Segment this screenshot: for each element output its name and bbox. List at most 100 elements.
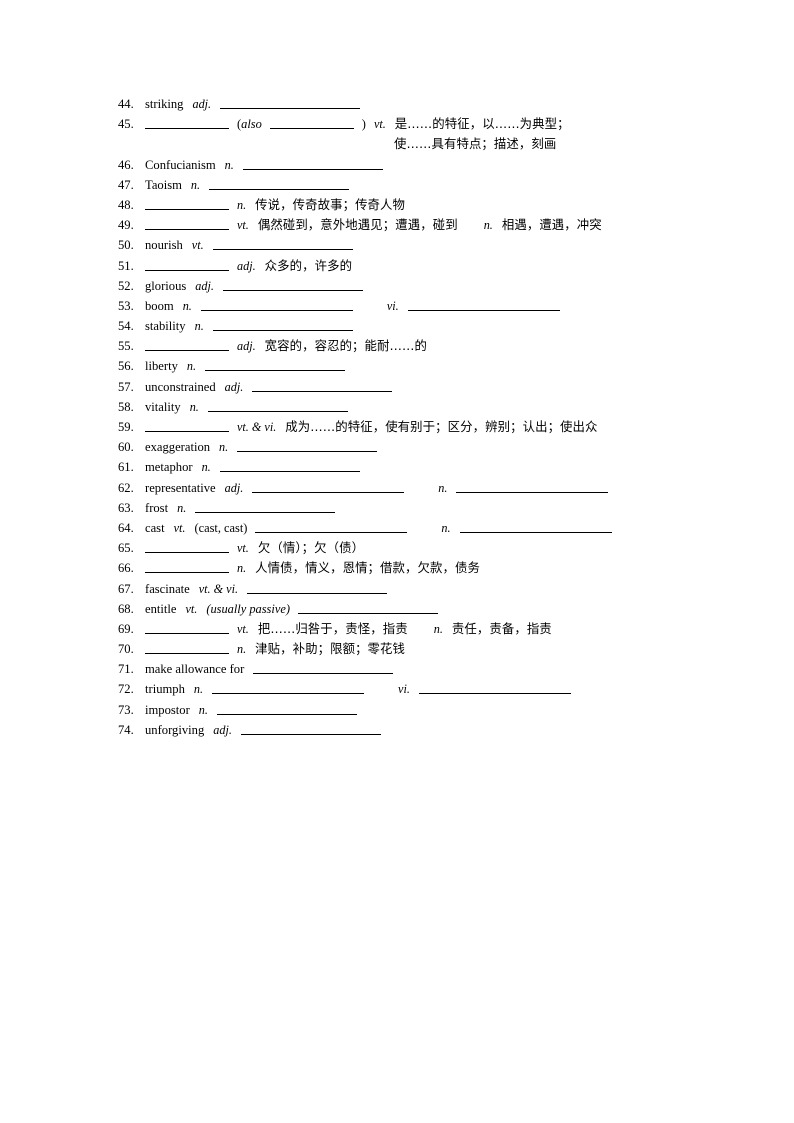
entry-number: 60. bbox=[118, 440, 134, 455]
part-of-speech-label: n. bbox=[177, 500, 187, 515]
definition-continuation-row: 使……具有特点；描述，刻画 bbox=[118, 134, 738, 154]
entry-word: triumph bbox=[145, 682, 185, 697]
answer-blank[interactable] bbox=[212, 237, 353, 251]
part-of-speech-label: vt. bbox=[237, 541, 249, 556]
part-of-speech-label: adj. bbox=[224, 379, 244, 394]
vocabulary-entry-row: 55. adj. 宽容的，容忍的；能耐……的 bbox=[118, 336, 738, 356]
part-of-speech-label: n. bbox=[189, 399, 199, 414]
part-of-speech-label: n. bbox=[224, 157, 234, 172]
part-of-speech-label: adj. bbox=[192, 97, 212, 111]
part-of-speech-label: adj. bbox=[213, 722, 232, 737]
vocabulary-entry-row: 74. unforgiving adj. bbox=[118, 720, 738, 740]
entry-word: fascinate bbox=[145, 581, 190, 596]
entry-number: 50. bbox=[118, 238, 134, 253]
vocabulary-entry-row: 66. n. 人情债，情义，恩情；借款，欠款，债务 bbox=[118, 558, 738, 578]
entry-number: 57. bbox=[118, 379, 134, 394]
answer-blank[interactable] bbox=[219, 459, 360, 473]
entry-word: cast bbox=[145, 520, 165, 535]
answer-blank[interactable] bbox=[407, 298, 560, 311]
entry-number: 54. bbox=[118, 319, 134, 334]
chinese-definition: 把……归咎于，责怪，指责 bbox=[257, 620, 408, 636]
part-of-speech-label: vt. bbox=[185, 601, 198, 616]
part-of-speech-label: adj. bbox=[237, 339, 256, 354]
vocabulary-entry-row: 50. nourish vt. bbox=[118, 235, 738, 255]
answer-blank[interactable] bbox=[240, 722, 381, 735]
vocabulary-entry-row: 65. vt. 欠（情）；欠（债） bbox=[118, 538, 738, 558]
part-of-speech-label: adj. bbox=[237, 258, 256, 273]
answer-blank[interactable] bbox=[456, 480, 609, 493]
answer-blank[interactable] bbox=[145, 419, 229, 432]
chinese-definition: 众多的，许多的 bbox=[264, 257, 353, 273]
answer-blank[interactable] bbox=[195, 500, 336, 513]
part-of-speech-label: vt. bbox=[373, 117, 386, 132]
answer-blank[interactable] bbox=[220, 96, 361, 109]
answer-blank[interactable] bbox=[145, 217, 229, 231]
entry-word: entitle bbox=[145, 601, 177, 616]
part-of-speech-label: n. bbox=[483, 218, 493, 233]
answer-blank[interactable] bbox=[212, 318, 353, 332]
vocabulary-entry-row: 47. Taoism n. bbox=[118, 175, 738, 195]
answer-blank[interactable] bbox=[216, 702, 357, 715]
answer-blank[interactable] bbox=[145, 197, 229, 210]
part-of-speech-label: vt. & vi. bbox=[198, 581, 239, 596]
part-of-speech-label: vi. bbox=[398, 682, 410, 697]
answer-blank[interactable] bbox=[237, 439, 378, 453]
answer-blank[interactable] bbox=[207, 399, 348, 412]
entry-number: 64. bbox=[118, 520, 134, 535]
part-of-speech-label: n. bbox=[182, 298, 192, 313]
answer-blank[interactable] bbox=[145, 258, 229, 271]
entry-number: 68. bbox=[118, 601, 134, 616]
entry-number: 47. bbox=[118, 177, 134, 192]
entry-word: unconstrained bbox=[145, 379, 216, 394]
answer-blank[interactable] bbox=[255, 520, 408, 533]
chinese-definition: 成为……的特征，使有别于；区分，辨别；认出；使出众 bbox=[285, 419, 598, 434]
answer-blank[interactable] bbox=[209, 177, 350, 190]
entry-number: 48. bbox=[118, 197, 134, 212]
entry-word: boom bbox=[145, 298, 174, 313]
part-of-speech-label: adj. bbox=[224, 480, 244, 495]
answer-blank[interactable] bbox=[418, 681, 571, 695]
alternative-form-label: also bbox=[241, 117, 262, 132]
entry-number: 69. bbox=[118, 621, 134, 636]
entry-word: exaggeration bbox=[145, 440, 211, 455]
vocabulary-entry-row: 73. impostor n. bbox=[118, 700, 738, 720]
entry-word: representative bbox=[145, 480, 216, 495]
chinese-definition: 偶然碰到，意外地遇见；遭遇，碰到 bbox=[257, 217, 458, 233]
answer-blank[interactable] bbox=[247, 581, 388, 594]
answer-blank[interactable] bbox=[297, 601, 438, 614]
answer-blank[interactable] bbox=[145, 540, 229, 554]
answer-blank[interactable] bbox=[242, 157, 383, 170]
answer-blank[interactable] bbox=[145, 641, 229, 655]
entry-word: vitality bbox=[145, 399, 181, 414]
answer-blank[interactable] bbox=[253, 661, 394, 675]
entry-word: make allowance for bbox=[145, 662, 245, 677]
vocabulary-entry-row: 68. entitle vt. (usually passive) bbox=[118, 599, 738, 619]
entry-number: 58. bbox=[118, 399, 134, 414]
answer-blank[interactable] bbox=[200, 298, 353, 311]
answer-blank[interactable] bbox=[145, 338, 229, 352]
answer-blank[interactable] bbox=[252, 379, 393, 392]
answer-blank[interactable] bbox=[205, 358, 346, 372]
answer-blank[interactable] bbox=[459, 520, 612, 533]
part-of-speech-label: n. bbox=[186, 359, 197, 374]
chinese-definition: 欠（情）；欠（债） bbox=[257, 540, 365, 556]
part-of-speech-label: n. bbox=[237, 197, 247, 212]
answer-blank[interactable] bbox=[252, 480, 405, 493]
answer-blank[interactable] bbox=[222, 278, 363, 291]
entry-word: metaphor bbox=[145, 460, 193, 475]
chinese-definition: 津贴，补助；限额；零花钱 bbox=[255, 641, 406, 657]
vocabulary-entry-row: 67. fascinate vt. & vi. bbox=[118, 579, 738, 599]
vocabulary-entry-row: 48. n. 传说，传奇故事；传奇人物 bbox=[118, 195, 738, 215]
entry-word: glorious bbox=[145, 278, 187, 293]
part-of-speech-label: n. bbox=[237, 561, 247, 576]
answer-blank[interactable] bbox=[145, 560, 229, 574]
answer-blank[interactable] bbox=[269, 116, 354, 130]
entry-number: 73. bbox=[118, 702, 134, 717]
entry-number: 45. bbox=[118, 117, 134, 132]
answer-blank[interactable] bbox=[212, 681, 365, 695]
entry-number: 52. bbox=[118, 278, 134, 293]
entry-number: 51. bbox=[118, 258, 134, 273]
answer-blank[interactable] bbox=[145, 116, 229, 130]
answer-blank[interactable] bbox=[145, 621, 229, 634]
